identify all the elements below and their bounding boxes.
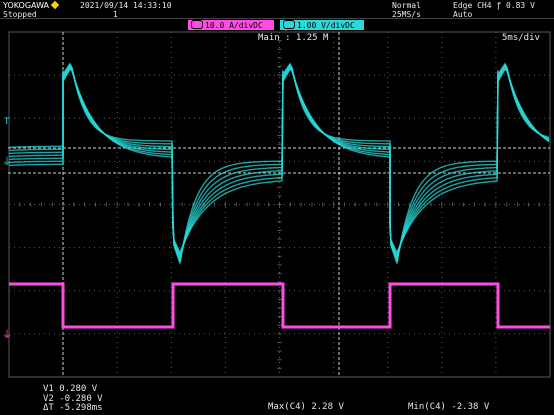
trigger-marker: T [4, 117, 10, 127]
cursor-dt-readout: ΔT -5.298ms [43, 403, 103, 413]
ch4-ground-marker: ⏚ [2, 156, 12, 168]
ch3-probe-icon [191, 20, 203, 29]
trigger-setting: Edge CH4 ƒ 0.83 V [453, 1, 535, 10]
ch3-ground-marker: ⏚ [2, 329, 12, 341]
ch4-coupling-label: DC [345, 21, 355, 30]
ch4-scale-box[interactable]: 1.00 V/divDC [280, 20, 364, 30]
svg-text:⏚: ⏚ [2, 329, 12, 341]
ch4-probe-icon [283, 20, 295, 29]
trigger-mode: Auto [453, 10, 473, 19]
svg-text:T: T [4, 117, 10, 127]
cursor-v1-readout: V1 0.280 V [43, 384, 98, 394]
scope-screen: T ⏚ ⏚ [0, 0, 554, 415]
ch4-scale-label: 1.00 V/div [297, 21, 346, 30]
brand-diamond-icon [50, 0, 60, 10]
brand-label: YOKOGAWA [3, 1, 50, 10]
acquisition-mode: Normal [392, 1, 421, 10]
ch3-scale-box[interactable]: 10.0 A/divDC [188, 20, 274, 30]
brand-logo: YOKOGAWA [3, 0, 60, 10]
svg-text:⏚: ⏚ [2, 156, 12, 168]
main-record-length: Main : 1.25 M [258, 33, 329, 43]
sample-rate: 25MS/s [392, 10, 421, 19]
ch3-scale-label: 10.0 A/div [205, 21, 254, 30]
run-status: Stopped [3, 10, 37, 19]
acquisition-count: 1 [113, 10, 118, 19]
measurement-min: Min(C4) -2.38 V [408, 402, 490, 412]
ch3-coupling-label: DC [253, 21, 263, 30]
measurement-max: Max(C4) 2.28 V [268, 402, 344, 412]
time-per-division: 5ms/div [502, 33, 540, 43]
datetime: 2021/09/14 14:33:10 [80, 1, 172, 10]
